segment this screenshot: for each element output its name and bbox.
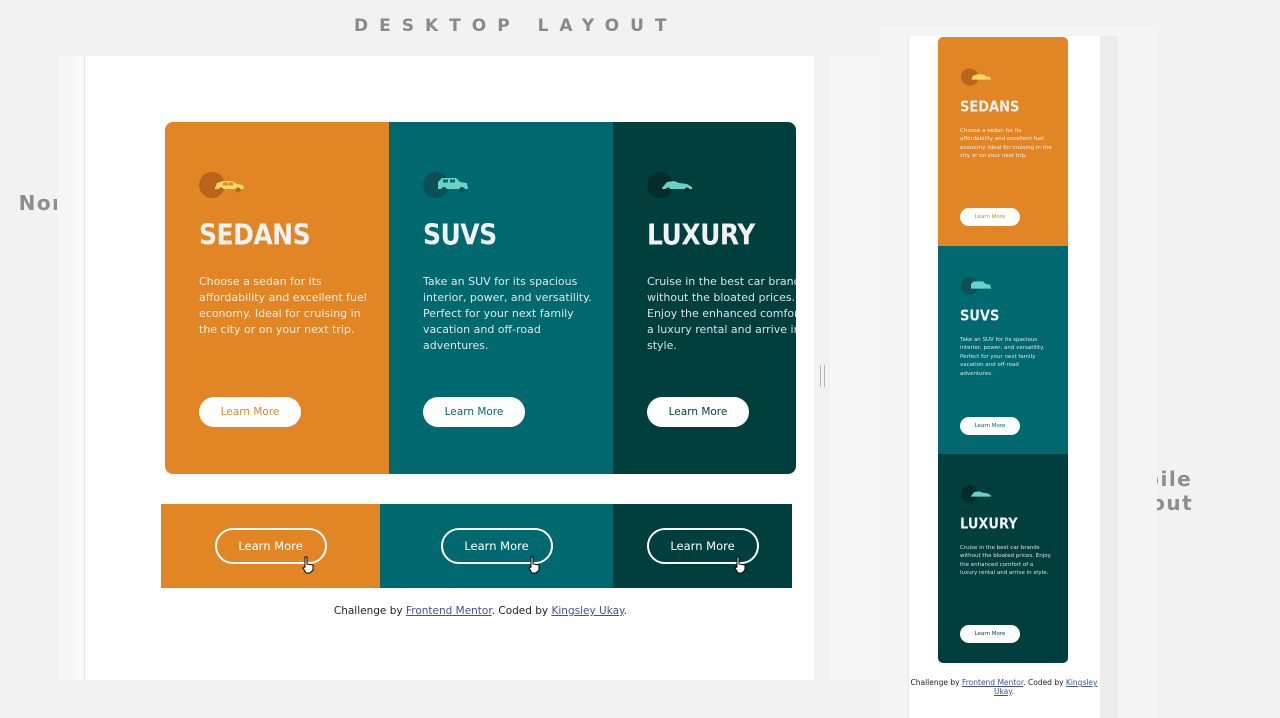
learn-more-button-active[interactable]: Learn More (440, 528, 553, 574)
learn-more-button[interactable]: Learn More (647, 397, 749, 427)
desktop-layout-heading: DESKTOP LAYOUT (354, 16, 678, 36)
suv-car-icon (423, 172, 468, 198)
attribution-footer: Challenge by Frontend Mentor. Coded by K… (165, 605, 796, 617)
suv-car-icon (961, 277, 991, 295)
mobile-scroll-gutter (1100, 36, 1118, 718)
card-suvs: SUVS Take an SUV for its spacious interi… (389, 122, 613, 474)
active-box-suvs: Learn More (380, 504, 613, 588)
card-description: Cruise in the best car brands without th… (960, 545, 1051, 577)
active-box-sedans: Learn More (161, 504, 380, 588)
card-title: SEDANS (960, 99, 1020, 117)
sedan-car-icon (199, 172, 244, 198)
frontend-mentor-link[interactable]: Frontend Mentor (962, 678, 1023, 687)
card-group: SEDANS Choose a sedan for its affordabil… (165, 122, 796, 474)
mobile-attribution-footer: Challenge by Frontend Mentor. Coded by K… (908, 678, 1100, 696)
card-title: LUXURY (960, 516, 1018, 534)
learn-more-button[interactable]: Learn More (960, 625, 1020, 643)
frame-edge (57, 56, 85, 680)
active-state-preview: Learn More Learn More Learn More (161, 504, 792, 588)
button-label: Learn More (670, 539, 735, 553)
footer-text: . Coded by (491, 605, 552, 617)
sedan-car-icon (961, 68, 991, 86)
card-description: Choose a sedan for its affordability and… (199, 275, 367, 336)
card-title: SEDANS (199, 218, 311, 252)
card-title: SUVS (423, 218, 497, 252)
frontend-mentor-link[interactable]: Frontend Mentor (406, 605, 492, 617)
learn-more-button-active[interactable]: Learn More (214, 528, 327, 574)
footer-text: . (1011, 687, 1015, 696)
footer-text: . (623, 605, 628, 617)
card-sedans: SEDANS Choose a sedan for its affordabil… (165, 122, 389, 474)
learn-more-button[interactable]: Learn More (960, 208, 1020, 226)
learn-more-button-active[interactable]: Learn More (646, 528, 759, 574)
author-link[interactable]: Kingsley Ukay (551, 605, 623, 617)
active-box-luxury: Learn More (613, 504, 792, 588)
button-label: Learn More (238, 539, 303, 553)
card-description: Take an SUV for its spacious interior, p… (423, 275, 592, 352)
learn-more-button[interactable]: Learn More (199, 397, 301, 427)
mobile-card-luxury: LUXURY Cruise in the best car brands wit… (938, 454, 1068, 663)
card-description: Choose a sedan for its affordability and… (960, 128, 1052, 160)
pointer-cursor-icon (733, 556, 745, 574)
luxury-car-icon (647, 172, 692, 198)
learn-more-button[interactable]: Learn More (423, 397, 525, 427)
card-title: LUXURY (647, 218, 755, 252)
button-label: Learn More (464, 539, 529, 553)
card-description: Take an SUV for its spacious interior, p… (960, 337, 1045, 377)
footer-text: Challenge by (333, 605, 406, 617)
mobile-card-sedans: SEDANS Choose a sedan for its affordabil… (938, 37, 1068, 246)
frame-gutter (830, 56, 880, 680)
mobile-card-suvs: SUVS Take an SUV for its spacious interi… (938, 246, 1068, 454)
luxury-car-icon (961, 485, 991, 503)
footer-text: Challenge by (910, 678, 962, 687)
pointer-cursor-icon (527, 556, 539, 574)
pointer-cursor-icon (301, 556, 313, 574)
learn-more-button[interactable]: Learn More (960, 417, 1020, 435)
card-luxury: LUXURY Cruise in the best car brands wit… (613, 122, 796, 474)
card-title: SUVS (960, 308, 1000, 326)
resize-handle[interactable] (820, 365, 825, 387)
footer-text: . Coded by (1023, 678, 1066, 687)
card-description: Cruise in the best car brands without th… (647, 275, 796, 352)
